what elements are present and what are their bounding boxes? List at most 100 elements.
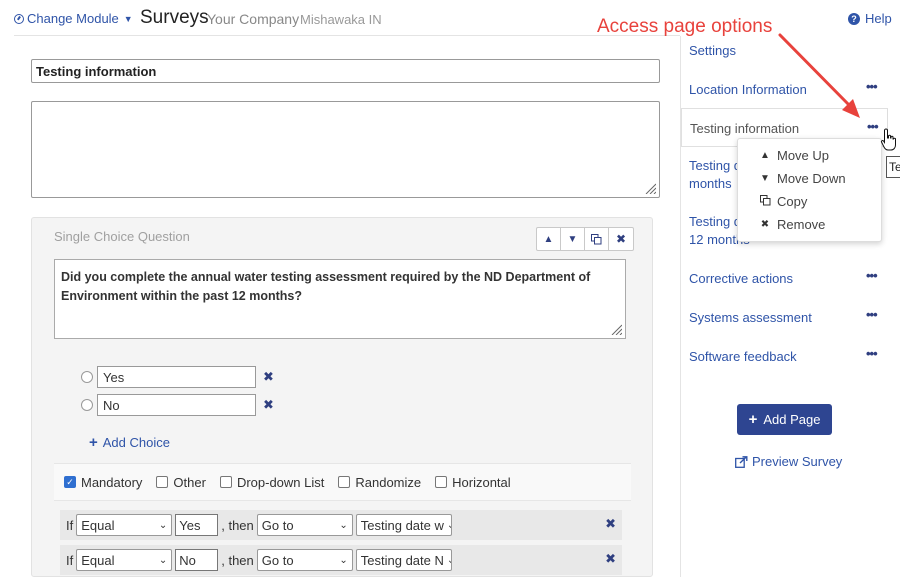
hand-cursor-icon	[880, 128, 896, 151]
caret-up-icon: ▲	[760, 150, 770, 161]
change-module-label: Change Module	[27, 11, 119, 26]
copy-icon	[760, 194, 771, 209]
chevron-down-icon: ⌄	[158, 554, 168, 566]
page-menu-button[interactable]: •••	[866, 346, 878, 361]
action-select[interactable]: Go to ⌄	[256, 514, 353, 536]
add-choice-button[interactable]: + Add Choice	[89, 434, 170, 451]
target-value: Testing date N	[360, 552, 444, 568]
option-horizontal[interactable]: Horizontal	[435, 475, 511, 490]
caret-down-icon: ▼	[567, 233, 578, 245]
action-value: Go to	[261, 517, 294, 533]
operator-value: Equal	[81, 517, 115, 533]
help-link[interactable]: ? Help	[848, 11, 892, 26]
checkbox[interactable]	[338, 476, 351, 488]
if-label: If	[66, 552, 74, 568]
remove-rule-icon[interactable]: ✖	[605, 551, 616, 567]
logic-rule-row: If Equal ⌄ Yes , then Go to ⌄ Testing date…	[60, 510, 622, 540]
menu-item-remove[interactable]: ✖ Remove	[760, 217, 826, 232]
top-divider	[14, 35, 680, 36]
option-dropdown-list[interactable]: Drop-down List	[219, 474, 325, 490]
menu-item-label: Remove	[777, 217, 826, 232]
sidebar-item-corrective-actions[interactable]: Corrective actions	[689, 270, 793, 288]
question-toolbar: ▲ ▼ ✖	[536, 227, 634, 251]
move-up-button[interactable]: ▲	[537, 228, 561, 250]
operator-select[interactable]: Equal ⌄	[76, 549, 173, 571]
menu-item-move-down[interactable]: ▼ Move Down	[760, 171, 846, 186]
menu-item-label: Move Up	[777, 148, 830, 163]
delete-question-button[interactable]: ✖	[609, 228, 633, 250]
app-title: Surveys	[140, 7, 209, 28]
close-icon: ✖	[760, 219, 770, 230]
move-down-button[interactable]: ▼	[561, 228, 585, 250]
sidebar-item-software-feedback[interactable]: Software feedback	[689, 348, 797, 366]
chevron-down-icon: ⌄	[339, 554, 348, 566]
then-label: , then	[221, 517, 254, 533]
annotation-text: Access page options	[597, 16, 773, 37]
radio-button[interactable]	[81, 371, 93, 383]
remove-choice-icon[interactable]: ✖	[263, 369, 274, 385]
menu-item-label: Move Down	[777, 171, 846, 186]
page-menu-button[interactable]: •••	[866, 268, 878, 283]
tooltip: Te	[886, 156, 900, 178]
page-title-input[interactable]: Testing information	[31, 59, 660, 83]
choice-input[interactable]: No	[97, 394, 256, 416]
choice-input[interactable]: Yes	[97, 366, 256, 388]
checkbox[interactable]	[435, 476, 448, 488]
resize-grip-icon[interactable]	[610, 323, 622, 335]
preview-survey-label: Preview Survey	[752, 454, 843, 469]
checkbox-checked[interactable]: ✓	[64, 476, 76, 488]
target-value: Testing date w	[360, 517, 444, 533]
company-name: Your Company	[207, 11, 300, 27]
dashboard-icon	[14, 13, 24, 24]
remove-rule-icon[interactable]: ✖	[605, 516, 616, 532]
logic-value-input[interactable]: Yes	[175, 514, 219, 536]
question-type-label: Single Choice Question	[54, 229, 190, 244]
option-other[interactable]: Other	[156, 475, 206, 490]
remove-choice-icon[interactable]: ✖	[263, 397, 274, 413]
then-label: , then	[221, 552, 254, 568]
add-choice-label: Add Choice	[102, 435, 170, 450]
question-text: Did you complete the annual water testin…	[61, 270, 591, 303]
question-circle-icon: ?	[848, 12, 860, 25]
chevron-down-icon: ⌄	[339, 519, 348, 531]
preview-survey-link[interactable]: Preview Survey	[735, 454, 842, 469]
sidebar-item-systems-assessment[interactable]: Systems assessment	[689, 309, 812, 327]
operator-select[interactable]: Equal ⌄	[76, 514, 173, 536]
option-mandatory[interactable]: ✓ Mandatory	[64, 475, 142, 490]
page-description-textarea[interactable]	[31, 101, 660, 198]
choice-row: Yes ✖	[81, 366, 274, 388]
question-text-input[interactable]: Did you complete the annual water testin…	[54, 259, 626, 339]
resize-grip-icon[interactable]	[644, 182, 656, 194]
help-label: Help	[865, 11, 892, 26]
chevron-down-icon: ⌄	[158, 519, 168, 531]
option-label: Drop-down List	[236, 474, 325, 490]
option-randomize[interactable]: Randomize	[338, 475, 421, 490]
option-label: Randomize	[355, 474, 422, 490]
logic-value-input[interactable]: No	[175, 549, 219, 571]
target-select[interactable]: Testing date w⌄	[355, 514, 452, 536]
sidebar-item-settings[interactable]: Settings	[689, 42, 736, 60]
plus-icon: +	[748, 411, 758, 428]
add-page-button[interactable]: + Add Page	[737, 404, 832, 435]
checkbox[interactable]	[156, 476, 169, 488]
menu-item-copy[interactable]: Copy	[760, 194, 807, 209]
annotation-arrow-icon	[778, 33, 860, 118]
copy-question-button[interactable]	[585, 228, 609, 250]
caret-down-icon: ▼	[760, 173, 770, 184]
change-module-button[interactable]: Change Module ▼	[14, 11, 133, 26]
option-label: Horizontal	[452, 474, 511, 490]
operator-value: Equal	[81, 552, 115, 568]
menu-item-move-up[interactable]: ▲ Move Up	[760, 148, 829, 163]
checkbox[interactable]	[219, 476, 232, 488]
close-icon: ✖	[615, 232, 627, 246]
if-label: If	[66, 517, 74, 533]
page-menu-button[interactable]: •••	[866, 307, 878, 322]
logic-rule-row: If Equal ⌄ No , then Go to ⌄ Testing date …	[60, 545, 622, 575]
chevron-down-icon: ⌄	[447, 555, 451, 566]
page-options-menu: ▲ Move Up ▼ Move Down Copy ✖ Remove	[737, 138, 882, 242]
target-select[interactable]: Testing date N⌄	[355, 549, 452, 571]
menu-item-label: Copy	[777, 194, 808, 209]
company-location: Mishawaka IN	[300, 12, 382, 27]
action-select[interactable]: Go to ⌄	[256, 549, 353, 571]
radio-button[interactable]	[81, 399, 93, 411]
